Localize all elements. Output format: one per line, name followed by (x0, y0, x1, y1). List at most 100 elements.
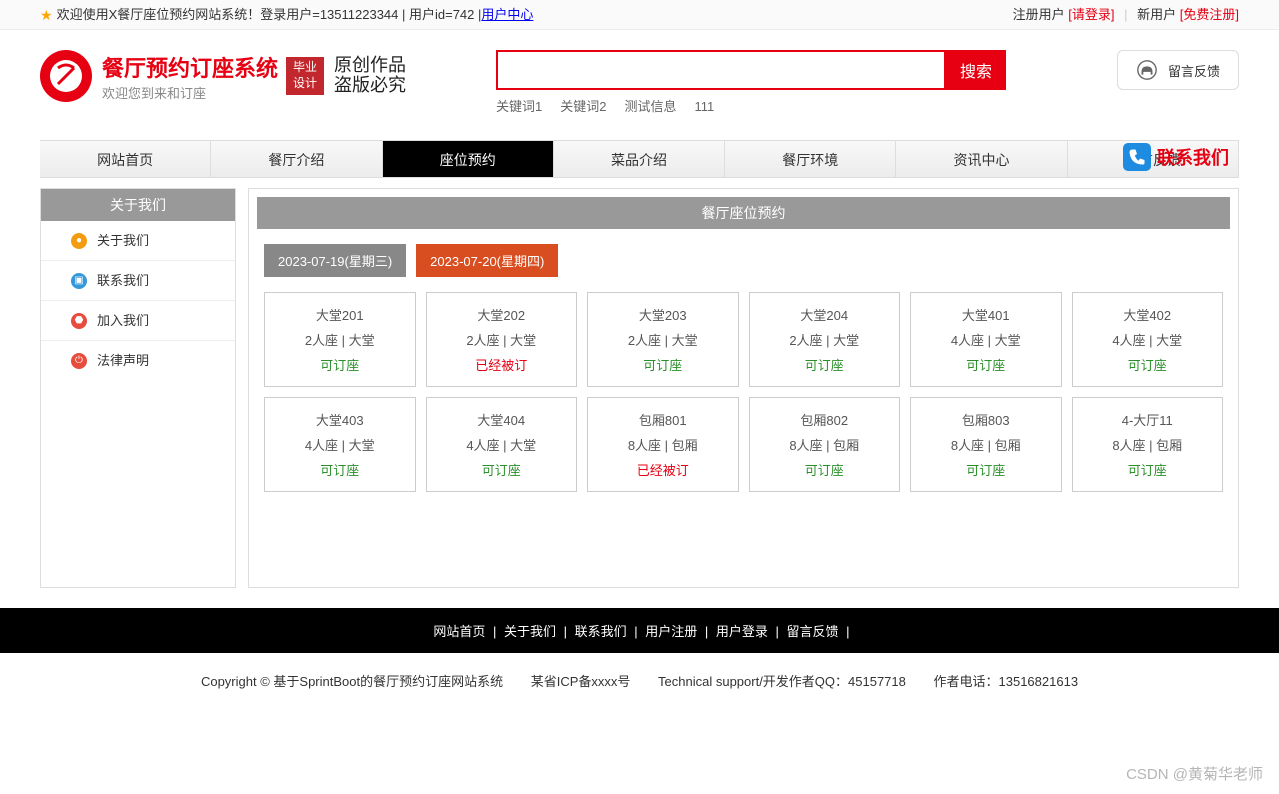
seat-status: 可订座 (754, 355, 896, 374)
seat-name: 大堂202 (431, 305, 573, 324)
seat-name: 大堂403 (269, 410, 411, 429)
sidebar-label: 联系我们 (97, 261, 149, 301)
date-tab-0[interactable]: 2023-07-19(星期三) (264, 244, 406, 277)
seat-info: 8人座 | 包厢 (592, 435, 734, 454)
sidebar-title: 关于我们 (41, 189, 235, 221)
seat-info: 4人座 | 大堂 (915, 330, 1057, 349)
seat-status: 已经被订 (431, 355, 573, 374)
seat-status: 可订座 (592, 355, 734, 374)
free-register-link[interactable]: [免费注册] (1180, 7, 1239, 22)
nav-item-0[interactable]: 网站首页 (40, 141, 211, 177)
date-tab-1[interactable]: 2023-07-20(星期四) (416, 244, 558, 277)
seat-status: 可订座 (269, 460, 411, 479)
content-title: 餐厅座位预约 (257, 197, 1230, 229)
seat-card[interactable]: 大堂201 2人座 | 大堂可订座 (264, 292, 416, 387)
logo-area: 餐厅预约订座系统 欢迎您到来和订座 毕业 设计 原创作品 盗版必究 (40, 50, 406, 102)
seat-name: 大堂401 (915, 305, 1057, 324)
footer-link-1[interactable]: 关于我们 (504, 624, 556, 639)
sidebar-item-2[interactable]: ⬣加入我们 (41, 301, 235, 341)
seat-info: 2人座 | 大堂 (431, 330, 573, 349)
search-input[interactable] (496, 50, 946, 90)
icp-text: 某省ICP备xxxx号 (531, 674, 631, 689)
author-phone-text: 作者电话：13516821613 (934, 674, 1079, 689)
seat-card[interactable]: 大堂401 4人座 | 大堂可订座 (910, 292, 1062, 387)
seat-status: 可订座 (754, 460, 896, 479)
seat-status: 可订座 (915, 355, 1057, 374)
sidebar-item-3[interactable]: ⏻ 法律声明 (41, 341, 235, 381)
footer-link-3[interactable]: 用户注册 (645, 624, 697, 639)
sidebar-label: 法律声明 (97, 341, 149, 381)
seat-info: 8人座 | 包厢 (1077, 435, 1219, 454)
nav-item-2[interactable]: 座位预约 (383, 141, 554, 177)
seat-name: 包厢801 (592, 410, 734, 429)
tech-support-text: Technical support/开发作者QQ：45157718 (658, 674, 906, 689)
seat-info: 8人座 | 包厢 (915, 435, 1057, 454)
sidebar-icon: ▣ (71, 273, 87, 289)
seat-name: 大堂204 (754, 305, 896, 324)
keyword-link[interactable]: 111 (695, 99, 715, 114)
sidebar-icon: ⏻ (71, 353, 87, 369)
top-left: ★ 欢迎使用X餐厅座位预约网站系统！登录用户=13511223344 | 用户i… (40, 0, 533, 29)
seat-card[interactable]: 大堂4024人座 | 大堂可订座 (1072, 292, 1224, 387)
main-area: 关于我们 ●关于我们 ▣ 联系我们⬣加入我们 ⏻ 法律声明 餐厅座位预约 2023-07… (40, 188, 1239, 588)
seat-name: 大堂201 (269, 305, 411, 324)
seat-name: 大堂203 (592, 305, 734, 324)
search-button[interactable]: 搜索 (946, 50, 1006, 90)
footer-link-2[interactable]: 联系我们 (575, 624, 627, 639)
keyword-link[interactable]: 关键词1 (496, 99, 542, 114)
seat-card[interactable]: 大堂404 4人座 | 大堂可订座 (426, 397, 578, 492)
nav-contact-text: 联系我们 (1157, 144, 1229, 170)
sidebar-item-1[interactable]: ▣ 联系我们 (41, 261, 235, 301)
keyword-link[interactable]: 测试信息 (624, 99, 676, 114)
seat-name: 大堂404 (431, 410, 573, 429)
nav-item-5[interactable]: 资讯中心 (896, 141, 1067, 177)
nav-item-1[interactable]: 餐厅介绍 (211, 141, 382, 177)
nav-item-4[interactable]: 餐厅环境 (725, 141, 896, 177)
seat-card[interactable]: 大堂2042人座 | 大堂可订座 (749, 292, 901, 387)
seat-card[interactable]: 大堂2032人座 | 大堂可订座 (587, 292, 739, 387)
seat-status: 可订座 (269, 355, 411, 374)
footer-link-4[interactable]: 用户登录 (716, 624, 768, 639)
seat-info: 2人座 | 大堂 (269, 330, 411, 349)
seat-name: 包厢803 (915, 410, 1057, 429)
seat-info: 4人座 | 大堂 (431, 435, 573, 454)
seat-info: 4人座 | 大堂 (1077, 330, 1219, 349)
logo-icon (40, 50, 92, 102)
footer-link-0[interactable]: 网站首页 (433, 624, 485, 639)
seat-status: 可订座 (431, 460, 573, 479)
logo-subtitle: 欢迎您到来和订座 (102, 83, 278, 102)
seat-card[interactable]: 包厢803 8人座 | 包厢可订座 (910, 397, 1062, 492)
seat-info: 4人座 | 大堂 (269, 435, 411, 454)
seat-card[interactable]: 大堂202 2人座 | 大堂已经被订 (426, 292, 578, 387)
footer-info: Copyright © 基于SprintBoot的餐厅预约订座网站系统 某省IC… (0, 653, 1279, 708)
separator: | (1124, 7, 1127, 22)
seat-card[interactable]: 包厢8018人座 | 包厢已经被订 (587, 397, 739, 492)
watermark: CSDN @黄菊华老师 (1126, 763, 1263, 784)
top-bar: ★ 欢迎使用X餐厅座位预约网站系统！登录用户=13511223344 | 用户i… (0, 0, 1279, 30)
user-center-link[interactable]: 用户中心 (481, 0, 533, 30)
login-link[interactable]: [请登录] (1068, 7, 1114, 22)
seat-info: 8人座 | 包厢 (754, 435, 896, 454)
seat-card[interactable]: 大堂403 4人座 | 大堂可订座 (264, 397, 416, 492)
seat-card[interactable]: 4-大厅118人座 | 包厢可订座 (1072, 397, 1224, 492)
reg-user-label: 注册用户 (1013, 7, 1065, 22)
sidebar-label: 关于我们 (97, 221, 149, 261)
sidebar-item-0[interactable]: ●关于我们 (41, 221, 235, 261)
star-icon: ★ (40, 0, 53, 30)
headset-icon (1136, 59, 1158, 81)
header: 餐厅预约订座系统 欢迎您到来和订座 毕业 设计 原创作品 盗版必究 搜索 关键词… (0, 30, 1279, 125)
search-keywords: 关键词1 关键词2 测试信息 111 (496, 96, 1006, 115)
main-nav: 网站首页餐厅介绍座位预约菜品介绍餐厅环境资讯中心留言反馈 联系我们 (40, 140, 1239, 178)
feedback-button[interactable]: 留言反馈 (1117, 50, 1239, 90)
new-user-label: 新用户 (1137, 7, 1176, 22)
seat-status: 可订座 (915, 460, 1057, 479)
nav-contact[interactable]: 联系我们 (1123, 143, 1239, 171)
keyword-link[interactable]: 关键词2 (560, 99, 606, 114)
seat-status: 可订座 (1077, 355, 1219, 374)
search-area: 搜索 关键词1 关键词2 测试信息 111 (496, 50, 1006, 115)
copyright-text: Copyright © 基于SprintBoot的餐厅预约订座网站系统 (201, 674, 503, 689)
seat-card[interactable]: 包厢8028人座 | 包厢可订座 (749, 397, 901, 492)
footer-link-5[interactable]: 留言反馈 (787, 624, 839, 639)
seat-name: 4-大厅11 (1077, 410, 1219, 429)
nav-item-3[interactable]: 菜品介绍 (554, 141, 725, 177)
